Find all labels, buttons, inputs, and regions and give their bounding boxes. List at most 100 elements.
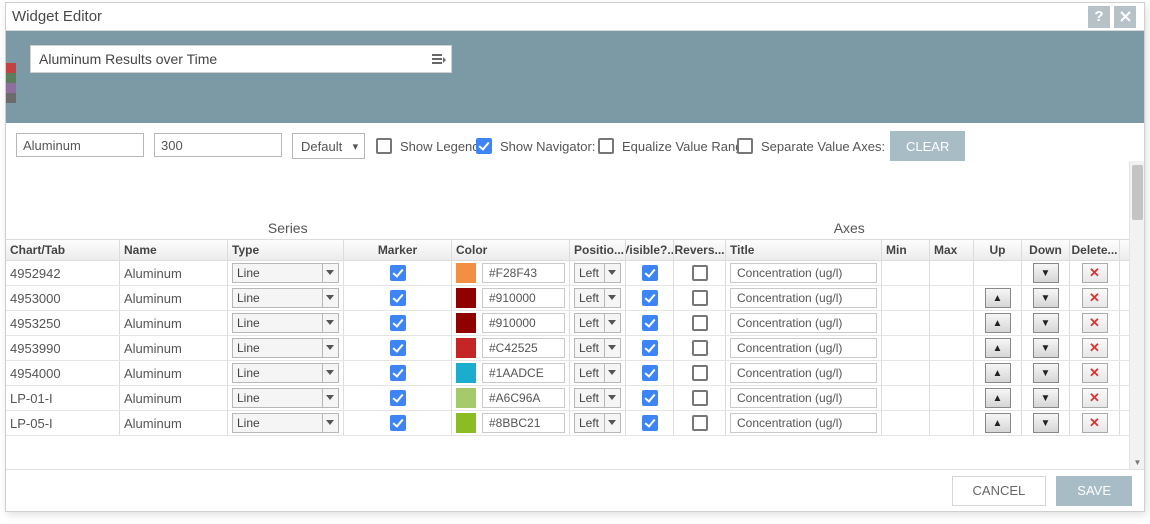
move-up-button[interactable]: ▲ bbox=[985, 363, 1011, 383]
position-select[interactable]: Left bbox=[574, 313, 621, 333]
cell-min[interactable] bbox=[882, 411, 930, 435]
delete-button[interactable]: ✕ bbox=[1082, 413, 1108, 433]
color-swatch[interactable] bbox=[456, 313, 476, 333]
col-position[interactable]: Positio... bbox=[570, 240, 626, 260]
col-reverse[interactable]: Revers... bbox=[674, 240, 726, 260]
color-hex-input[interactable]: #F28F43 bbox=[482, 263, 565, 283]
col-max[interactable]: Max bbox=[930, 240, 974, 260]
widget-title-field[interactable]: Aluminum Results over Time bbox=[30, 45, 452, 73]
marker-checkbox[interactable] bbox=[390, 365, 406, 381]
visible-checkbox[interactable] bbox=[642, 265, 658, 281]
col-down[interactable]: Down bbox=[1022, 240, 1070, 260]
cell-min[interactable] bbox=[882, 361, 930, 385]
show-navigator-checkbox[interactable] bbox=[476, 138, 492, 154]
marker-checkbox[interactable] bbox=[390, 415, 406, 431]
position-select[interactable]: Left bbox=[574, 413, 621, 433]
marker-checkbox[interactable] bbox=[390, 340, 406, 356]
marker-checkbox[interactable] bbox=[390, 290, 406, 306]
marker-checkbox[interactable] bbox=[390, 315, 406, 331]
axis-title-input[interactable]: Concentration (ug/l) bbox=[730, 338, 877, 358]
type-select[interactable]: Line bbox=[232, 363, 339, 383]
filter-input[interactable]: Aluminum bbox=[16, 133, 144, 157]
reverse-checkbox[interactable] bbox=[692, 315, 708, 331]
delete-button[interactable]: ✕ bbox=[1082, 313, 1108, 333]
cell-max[interactable] bbox=[930, 286, 974, 310]
col-delete[interactable]: Delete... bbox=[1070, 240, 1120, 260]
position-select[interactable]: Left bbox=[574, 363, 621, 383]
cell-max[interactable] bbox=[930, 386, 974, 410]
visible-checkbox[interactable] bbox=[642, 365, 658, 381]
color-hex-input[interactable]: #910000 bbox=[482, 288, 565, 308]
type-select[interactable]: Line bbox=[232, 313, 339, 333]
move-up-button[interactable]: ▲ bbox=[985, 388, 1011, 408]
move-up-button[interactable]: ▲ bbox=[985, 413, 1011, 433]
scroll-down-arrow[interactable]: ▼ bbox=[1130, 455, 1144, 469]
move-down-button[interactable]: ▼ bbox=[1033, 413, 1059, 433]
reverse-checkbox[interactable] bbox=[692, 365, 708, 381]
show-legend-option[interactable]: Show Legend: bbox=[376, 133, 483, 159]
axis-title-input[interactable]: Concentration (ug/l) bbox=[730, 388, 877, 408]
delete-button[interactable]: ✕ bbox=[1082, 263, 1108, 283]
cell-min[interactable] bbox=[882, 386, 930, 410]
close-button[interactable] bbox=[1114, 6, 1136, 28]
position-select[interactable]: Left bbox=[574, 338, 621, 358]
move-up-button[interactable]: ▲ bbox=[985, 338, 1011, 358]
palette-swatch[interactable] bbox=[6, 63, 16, 73]
cell-min[interactable] bbox=[882, 286, 930, 310]
color-hex-input[interactable]: #910000 bbox=[482, 313, 565, 333]
cell-min[interactable] bbox=[882, 311, 930, 335]
clear-button[interactable]: CLEAR bbox=[890, 131, 965, 161]
separate-axes-option[interactable]: Separate Value Axes: bbox=[737, 133, 885, 159]
cell-max[interactable] bbox=[930, 361, 974, 385]
scroll-thumb[interactable] bbox=[1132, 165, 1143, 220]
axis-title-input[interactable]: Concentration (ug/l) bbox=[730, 263, 877, 283]
color-hex-input[interactable]: #8BBC21 bbox=[482, 413, 565, 433]
col-chart[interactable]: Chart/Tab bbox=[6, 240, 120, 260]
axis-title-input[interactable]: Concentration (ug/l) bbox=[730, 413, 877, 433]
move-down-button[interactable]: ▼ bbox=[1033, 338, 1059, 358]
delete-button[interactable]: ✕ bbox=[1082, 388, 1108, 408]
equalize-checkbox[interactable] bbox=[598, 138, 614, 154]
delete-button[interactable]: ✕ bbox=[1082, 338, 1108, 358]
visible-checkbox[interactable] bbox=[642, 415, 658, 431]
delete-button[interactable]: ✕ bbox=[1082, 288, 1108, 308]
color-swatch[interactable] bbox=[456, 288, 476, 308]
reverse-checkbox[interactable] bbox=[692, 290, 708, 306]
axis-title-input[interactable]: Concentration (ug/l) bbox=[730, 363, 877, 383]
visible-checkbox[interactable] bbox=[642, 290, 658, 306]
cell-min[interactable] bbox=[882, 336, 930, 360]
palette-swatch[interactable] bbox=[6, 83, 16, 93]
visible-checkbox[interactable] bbox=[642, 315, 658, 331]
move-down-button[interactable]: ▼ bbox=[1033, 363, 1059, 383]
color-hex-input[interactable]: #1AADCE bbox=[482, 363, 565, 383]
limit-input[interactable]: 300 bbox=[154, 133, 282, 157]
move-down-button[interactable]: ▼ bbox=[1033, 263, 1059, 283]
col-title[interactable]: Title bbox=[726, 240, 882, 260]
col-name[interactable]: Name bbox=[120, 240, 228, 260]
vertical-scrollbar[interactable]: ▲ ▼ bbox=[1129, 161, 1144, 469]
col-up[interactable]: Up bbox=[974, 240, 1022, 260]
reverse-checkbox[interactable] bbox=[692, 390, 708, 406]
delete-button[interactable]: ✕ bbox=[1082, 363, 1108, 383]
type-select[interactable]: Line bbox=[232, 388, 339, 408]
save-button[interactable]: SAVE bbox=[1056, 476, 1132, 506]
color-hex-input[interactable]: #A6C96A bbox=[482, 388, 565, 408]
marker-checkbox[interactable] bbox=[390, 390, 406, 406]
move-down-button[interactable]: ▼ bbox=[1033, 313, 1059, 333]
reverse-checkbox[interactable] bbox=[692, 265, 708, 281]
cancel-button[interactable]: CANCEL bbox=[952, 476, 1047, 506]
position-select[interactable]: Left bbox=[574, 388, 621, 408]
visible-checkbox[interactable] bbox=[642, 390, 658, 406]
title-options-icon[interactable] bbox=[427, 53, 451, 65]
reverse-checkbox[interactable] bbox=[692, 415, 708, 431]
type-select[interactable]: Line bbox=[232, 263, 339, 283]
separate-axes-checkbox[interactable] bbox=[737, 138, 753, 154]
move-down-button[interactable]: ▼ bbox=[1033, 288, 1059, 308]
color-swatch[interactable] bbox=[456, 413, 476, 433]
axis-title-input[interactable]: Concentration (ug/l) bbox=[730, 288, 877, 308]
col-color[interactable]: Color bbox=[452, 240, 570, 260]
move-down-button[interactable]: ▼ bbox=[1033, 388, 1059, 408]
cell-max[interactable] bbox=[930, 336, 974, 360]
move-up-button[interactable]: ▲ bbox=[985, 288, 1011, 308]
type-select[interactable]: Line bbox=[232, 338, 339, 358]
